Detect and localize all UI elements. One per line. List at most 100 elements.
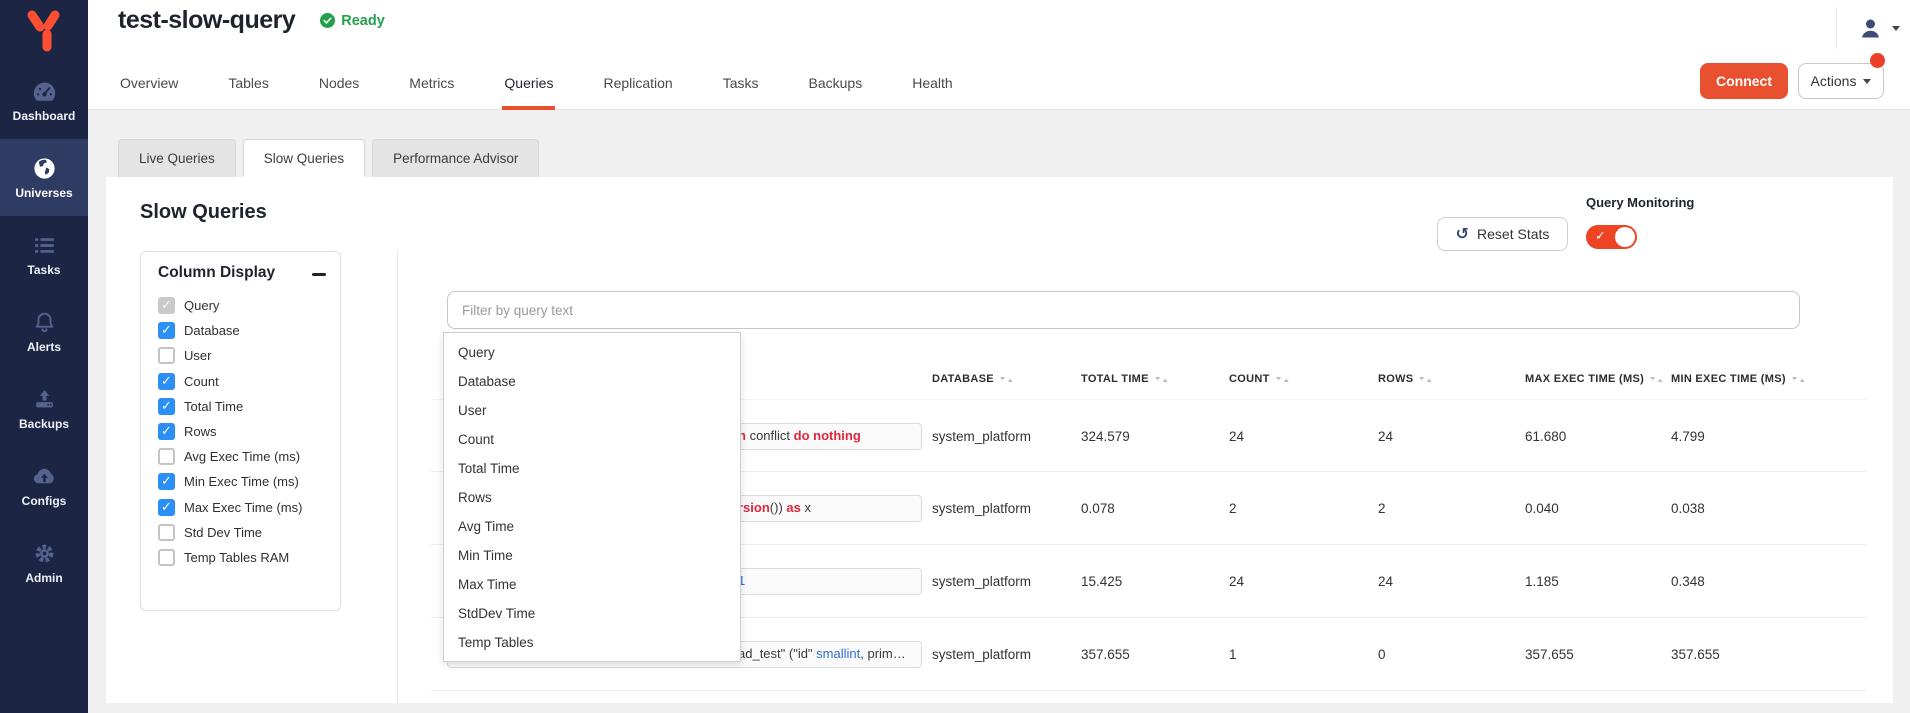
column-option-avg-exec-time-ms[interactable]: Avg Exec Time (ms) [141,444,340,469]
column-option-database[interactable]: Database [141,318,340,343]
chevron-down-icon [1892,26,1900,31]
subtab-slow-queries[interactable]: Slow Queries [243,139,365,177]
checkbox-label: Total Time [184,399,243,414]
checkbox[interactable] [158,373,175,390]
subtab-live-queries[interactable]: Live Queries [118,139,236,177]
column-display-card: Column Display Query Database User [140,251,341,611]
dropdown-item-min-time[interactable]: Min Time [444,541,740,570]
collapse-minus-icon[interactable] [312,273,326,276]
sort-carets-icon [1791,375,1806,384]
column-header-max-exec-time-ms[interactable]: MAX EXEC TIME (MS) [1525,359,1664,399]
column-option-temp-tables-ram[interactable]: Temp Tables RAM [141,545,340,570]
reset-stats-label: Reset Stats [1477,226,1549,242]
cell-database: system_platform [932,545,1031,618]
yugabyte-logo-icon[interactable] [22,6,66,56]
bell-icon [32,309,57,336]
column-header-label: ROWS [1378,373,1413,385]
tab-replication[interactable]: Replication [601,65,674,110]
dropdown-item-user[interactable]: User [444,396,740,425]
checkbox[interactable] [158,297,175,314]
sidebar-item-backups[interactable]: Backups [0,370,88,447]
actions-button[interactable]: Actions [1798,63,1884,99]
cell-rows: 2 [1378,472,1386,545]
reset-stats-button[interactable]: ↺ Reset Stats [1437,217,1568,251]
tab-queries[interactable]: Queries [502,65,555,110]
sidebar-item-label: Dashboard [13,109,76,123]
sort-carets-icon [1154,375,1169,384]
column-option-rows[interactable]: Rows [141,419,340,444]
column-display-options: Query Database User Count Total [141,293,340,570]
checkbox[interactable] [158,398,175,415]
column-header-total-time[interactable]: TOTAL TIME [1081,359,1169,399]
column-option-max-exec-time-ms[interactable]: Max Exec Time (ms) [141,495,340,520]
column-option-min-exec-time-ms[interactable]: Min Exec Time (ms) [141,469,340,494]
column-header-count[interactable]: COUNT [1229,359,1290,399]
tab-backups[interactable]: Backups [807,65,865,110]
dropdown-item-temp-tables[interactable]: Temp Tables [444,628,740,657]
checkbox[interactable] [158,549,175,566]
sort-carets-icon [999,375,1014,384]
sidebar-item-tasks[interactable]: Tasks [0,216,88,293]
column-option-query[interactable]: Query [141,293,340,318]
dropdown-item-max-time[interactable]: Max Time [444,570,740,599]
cell-min-exec-time-ms: 357.655 [1671,618,1720,691]
sidebar-item-alerts[interactable]: Alerts [0,293,88,370]
query-monitoring-toggle[interactable]: ✓ [1586,225,1637,249]
sort-carets-icon [1649,375,1664,384]
checkbox-label: User [184,348,211,363]
tab-nodes[interactable]: Nodes [317,65,361,110]
sidebar-nav: Dashboard Universes Tasks Alerts Backups… [0,62,88,601]
dropdown-item-query[interactable]: Query [444,338,740,367]
dropdown-item-total-time[interactable]: Total Time [444,454,740,483]
dropdown-item-rows[interactable]: Rows [444,483,740,512]
sidebar-item-admin[interactable]: Admin [0,524,88,601]
column-option-std-dev-time[interactable]: Std Dev Time [141,520,340,545]
sidebar-item-universes[interactable]: Universes [0,139,88,216]
dropdown-item-database[interactable]: Database [444,367,740,396]
cell-min-exec-time-ms: 0.348 [1671,545,1705,618]
checkbox[interactable] [158,423,175,440]
sidebar-item-dashboard[interactable]: Dashboard [0,62,88,139]
subtab-performance-advisor[interactable]: Performance Advisor [372,139,539,177]
tab-tasks[interactable]: Tasks [721,65,761,110]
cell-database: system_platform [932,472,1031,545]
dropdown-item-count[interactable]: Count [444,425,740,454]
sort-carets-icon [1275,375,1290,384]
cell-count: 24 [1229,400,1244,473]
column-header-label: DATABASE [932,373,994,385]
column-option-total-time[interactable]: Total Time [141,394,340,419]
status-text: Ready [341,13,385,29]
column-display-title: Column Display [158,264,275,282]
query-filter-input[interactable] [447,291,1800,329]
checkbox[interactable] [158,448,175,465]
tab-metrics[interactable]: Metrics [407,65,456,110]
query-sql-fragment: rsion()) as x [738,500,811,515]
dropdown-item-stddev-time[interactable]: StdDev Time [444,599,740,628]
query-sql-fragment: ad_test" ("id" smallint, prim… [738,646,906,661]
user-menu[interactable] [1836,7,1900,49]
checkbox[interactable] [158,499,175,516]
column-option-count[interactable]: Count [141,369,340,394]
column-option-user[interactable]: User [141,343,340,368]
sidebar-item-label: Alerts [27,340,61,354]
column-header-min-exec-time-ms[interactable]: MIN EXEC TIME (MS) [1671,359,1806,399]
tab-tables[interactable]: Tables [226,65,270,110]
checkbox[interactable] [158,322,175,339]
checkbox-label: Query [184,298,219,313]
cell-database: system_platform [932,400,1031,473]
checkbox[interactable] [158,473,175,490]
tab-health[interactable]: Health [910,65,954,110]
checkbox[interactable] [158,524,175,541]
chevron-down-icon [1863,79,1871,84]
column-header-rows[interactable]: ROWS [1378,359,1433,399]
connect-button[interactable]: Connect [1700,63,1788,99]
cell-rows: 24 [1378,545,1393,618]
tab-overview[interactable]: Overview [118,65,180,110]
cell-total-time: 324.579 [1081,400,1130,473]
sidebar-item-label: Admin [25,571,62,585]
column-header-database[interactable]: DATABASE [932,359,1014,399]
title-row: test-slow-query Ready [118,6,385,35]
sidebar-item-configs[interactable]: Configs [0,447,88,524]
checkbox[interactable] [158,347,175,364]
dropdown-item-avg-time[interactable]: Avg Time [444,512,740,541]
